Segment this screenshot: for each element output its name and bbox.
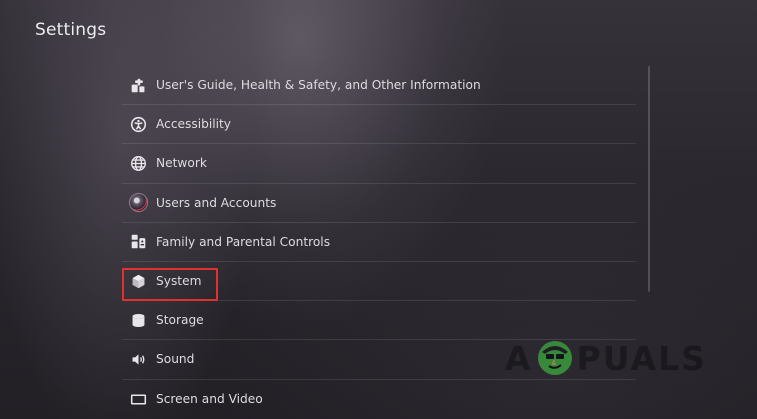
menu-item-label: Accessibility (156, 117, 231, 132)
menu-item-label: User's Guide, Health & Safety, and Other… (156, 78, 481, 93)
menu-item-label: Users and Accounts (156, 195, 277, 210)
menu-item-label: Screen and Video (156, 392, 263, 407)
watermark-text-left: A (505, 338, 533, 378)
storage-icon (128, 310, 148, 330)
settings-screen: Settings User's Guide, Health & Safety, … (0, 0, 757, 419)
accessibility-icon (128, 114, 148, 134)
menu-item-network[interactable]: Network (122, 144, 636, 184)
menu-item-accessibility[interactable]: Accessibility (122, 105, 636, 145)
menu-item-label: Storage (156, 313, 204, 328)
mascot-icon (537, 341, 572, 375)
menu-item-screen-video[interactable]: Screen and Video (122, 380, 636, 419)
globe-icon (128, 153, 148, 173)
menu-item-family-parental[interactable]: Family and Parental Controls (122, 223, 636, 262)
menu-item-label: Sound (156, 352, 195, 367)
menu-item-users-accounts[interactable]: Users and Accounts (122, 184, 636, 223)
screen-icon (128, 389, 148, 409)
watermark-text-right: PUALS (576, 338, 707, 378)
menu-item-storage[interactable]: Storage (122, 301, 636, 341)
speaker-icon (128, 349, 148, 369)
cube-icon (128, 271, 148, 291)
menu-item-label: System (156, 274, 202, 289)
menu-item-label: Family and Parental Controls (156, 234, 331, 249)
menu-item-users-guide[interactable]: User's Guide, Health & Safety, and Other… (122, 66, 636, 106)
guide-icon (128, 75, 148, 95)
menu-item-system[interactable]: System (122, 262, 636, 302)
avatar-icon (128, 193, 148, 213)
avatar (128, 193, 148, 213)
menu-item-label: Network (156, 156, 207, 171)
scrollbar[interactable] (648, 66, 650, 292)
page-title: Settings (35, 20, 107, 40)
family-icon (128, 232, 148, 252)
watermark-logo: A PUALS (505, 338, 717, 378)
